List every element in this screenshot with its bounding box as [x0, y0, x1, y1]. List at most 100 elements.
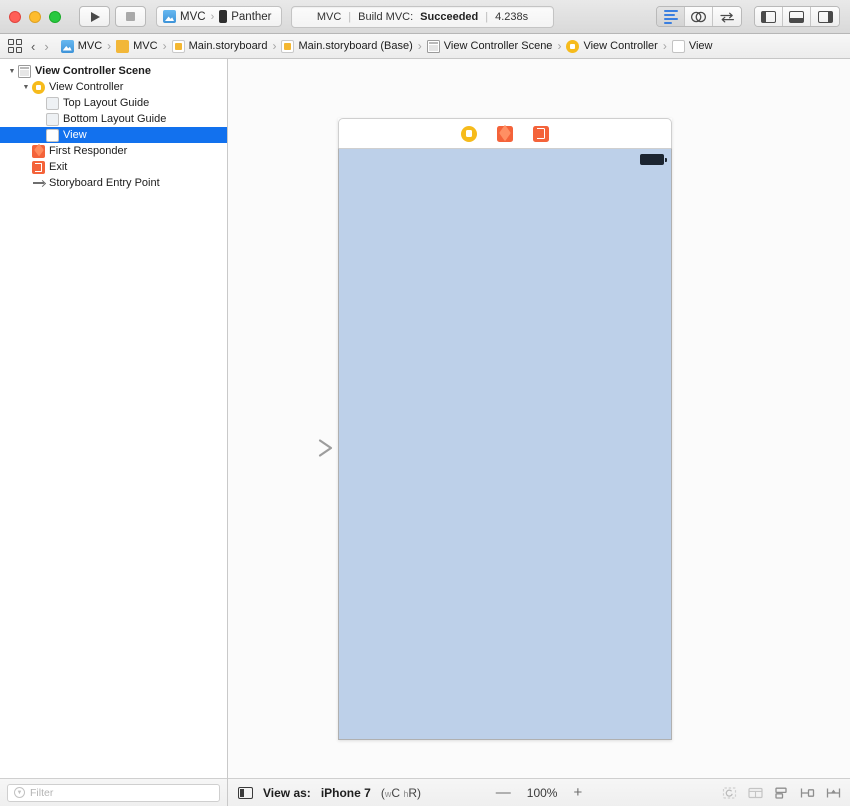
- navigator-toggle-button[interactable]: [755, 7, 783, 26]
- scheme-selector[interactable]: MVC › Panther: [156, 6, 282, 27]
- storyboard-icon: [281, 39, 295, 53]
- simulated-status-bar: [339, 149, 671, 169]
- view-as-device: iPhone 7: [320, 785, 371, 800]
- breadcrumb-item-view[interactable]: View: [670, 39, 715, 53]
- scheme-name: MVC: [180, 10, 206, 23]
- breadcrumb-label: Main.storyboard (Base): [298, 40, 413, 52]
- exit-dock-icon[interactable]: [533, 125, 549, 142]
- embed-in-button[interactable]: [747, 786, 764, 800]
- status-project-name: MVC: [316, 10, 342, 23]
- view-controller-scene[interactable]: [338, 118, 672, 740]
- run-button[interactable]: [79, 6, 110, 27]
- close-window-button[interactable]: [9, 10, 21, 23]
- canvas-bottom-bar: View as: iPhone 7 (wC hR) — 100% +: [228, 778, 850, 806]
- breadcrumb-item-group[interactable]: MVC: [114, 39, 159, 53]
- breadcrumb-item-view-controller[interactable]: View Controller: [564, 39, 659, 53]
- assistant-editor-icon: [690, 11, 707, 22]
- version-editor-button[interactable]: [713, 7, 741, 26]
- zoom-window-button[interactable]: [49, 10, 61, 23]
- outline-row-exit[interactable]: Exit: [0, 159, 227, 175]
- storyboard-entry-point-arrow: [246, 439, 333, 457]
- interface-builder-canvas[interactable]: [228, 59, 850, 778]
- outline-row-label: View Controller Scene: [35, 65, 151, 77]
- view-controller-dock-icon[interactable]: [461, 125, 477, 142]
- breadcrumb-separator: ›: [662, 39, 667, 53]
- size-class-h: R: [408, 785, 418, 800]
- view-controller-icon: [566, 39, 580, 53]
- outline-row-view-controller[interactable]: ▼ View Controller: [0, 79, 227, 95]
- update-frames-icon: [722, 786, 737, 799]
- minimize-window-button[interactable]: [29, 10, 41, 23]
- outline-row-first-responder[interactable]: First Responder: [0, 143, 227, 159]
- scene-icon: [426, 39, 440, 53]
- add-new-constraints-button[interactable]: [799, 786, 816, 800]
- window-toolbar: MVC › Panther MVC | Build MVC: Succeeded…: [0, 0, 850, 34]
- scene-icon: [18, 64, 31, 78]
- battery-icon: [640, 153, 667, 165]
- outline-row-label: Bottom Layout Guide: [63, 113, 167, 125]
- outline-row-label: First Responder: [49, 145, 128, 157]
- resolve-auto-layout-issues-button[interactable]: [825, 786, 842, 800]
- add-constraints-icon: [800, 788, 815, 797]
- outline-row-bottom-layout-guide[interactable]: Bottom Layout Guide: [0, 111, 227, 127]
- version-editor-icon: [719, 12, 734, 22]
- outline-row-label: Storyboard Entry Point: [49, 177, 160, 189]
- editor-mode-group: [656, 6, 742, 27]
- disclosure-triangle-icon[interactable]: ▼: [6, 68, 18, 75]
- main-area: ▼ View Controller Scene ▼ View Controlle…: [0, 59, 850, 806]
- update-frames-button[interactable]: [721, 786, 738, 800]
- breadcrumb-label: Main.storyboard: [188, 40, 268, 52]
- debug-area-toggle-button[interactable]: [783, 7, 811, 26]
- outline-row-label: View Controller: [49, 81, 124, 93]
- layout-guide-icon: [46, 112, 59, 126]
- go-back-button[interactable]: ‹: [31, 40, 35, 53]
- breadcrumb-label: View Controller: [583, 40, 658, 52]
- root-view[interactable]: [338, 148, 672, 740]
- scheme-separator-icon: ›: [210, 10, 215, 23]
- stop-button[interactable]: [115, 6, 146, 27]
- assistant-editor-button[interactable]: [685, 7, 713, 26]
- outline-row-label: Exit: [49, 161, 68, 173]
- toolbar-right-controls: [656, 6, 840, 27]
- outline-row-top-layout-guide[interactable]: Top Layout Guide: [0, 95, 227, 111]
- filter-placeholder: Filter: [30, 786, 54, 799]
- standard-editor-icon: [663, 9, 678, 24]
- breadcrumb-separator: ›: [557, 39, 562, 53]
- filter-input[interactable]: ▼ Filter: [7, 783, 220, 802]
- standard-editor-button[interactable]: [657, 7, 685, 26]
- view-as-control[interactable]: View as: iPhone 7 (wC hR): [238, 786, 421, 800]
- destination-name: Panther: [231, 10, 272, 23]
- breadcrumb-controls: ‹ ›: [6, 39, 49, 53]
- disclosure-triangle-icon[interactable]: ▼: [20, 84, 32, 91]
- related-items-icon[interactable]: [8, 39, 22, 53]
- exit-icon: [32, 160, 45, 174]
- breadcrumb-item-project[interactable]: MVC: [59, 39, 104, 53]
- align-icon: [775, 787, 787, 799]
- auto-layout-toolbar: [721, 786, 842, 800]
- outline-row-storyboard-entry-point[interactable]: Storyboard Entry Point: [0, 175, 227, 191]
- size-class-close: ): [417, 785, 422, 800]
- device-config-icon: [238, 786, 253, 799]
- breadcrumb-item-storyboard-base[interactable]: Main.storyboard (Base): [279, 39, 414, 53]
- first-responder-dock-icon[interactable]: [497, 125, 513, 142]
- status-duration: 4.238s: [495, 10, 529, 23]
- entry-point-icon: [32, 177, 45, 190]
- breadcrumb-item-scene[interactable]: View Controller Scene: [425, 39, 555, 53]
- status-activity-prefix: Build MVC:: [358, 10, 414, 23]
- activity-status-view: MVC | Build MVC: Succeeded | 4.238s: [291, 5, 554, 28]
- go-forward-button[interactable]: ›: [44, 40, 48, 53]
- zoom-in-button[interactable]: +: [573, 785, 582, 800]
- size-class-descriptor: (wC hR): [381, 786, 421, 800]
- utilities-toggle-button[interactable]: [811, 7, 839, 26]
- canvas-pane: View as: iPhone 7 (wC hR) — 100% +: [228, 59, 850, 806]
- document-outline-pane: ▼ View Controller Scene ▼ View Controlle…: [0, 59, 228, 806]
- outline-filter-bar: ▼ Filter: [0, 778, 227, 806]
- zoom-out-button[interactable]: —: [496, 785, 511, 800]
- outline-row-view-controller-scene[interactable]: ▼ View Controller Scene: [0, 63, 227, 79]
- breadcrumb-item-storyboard[interactable]: Main.storyboard: [170, 39, 270, 53]
- storyboard-icon: [171, 39, 185, 53]
- align-button[interactable]: [773, 786, 790, 800]
- breadcrumb-separator: ›: [107, 39, 112, 53]
- status-divider-1: |: [348, 10, 352, 23]
- outline-row-view[interactable]: View: [0, 127, 227, 143]
